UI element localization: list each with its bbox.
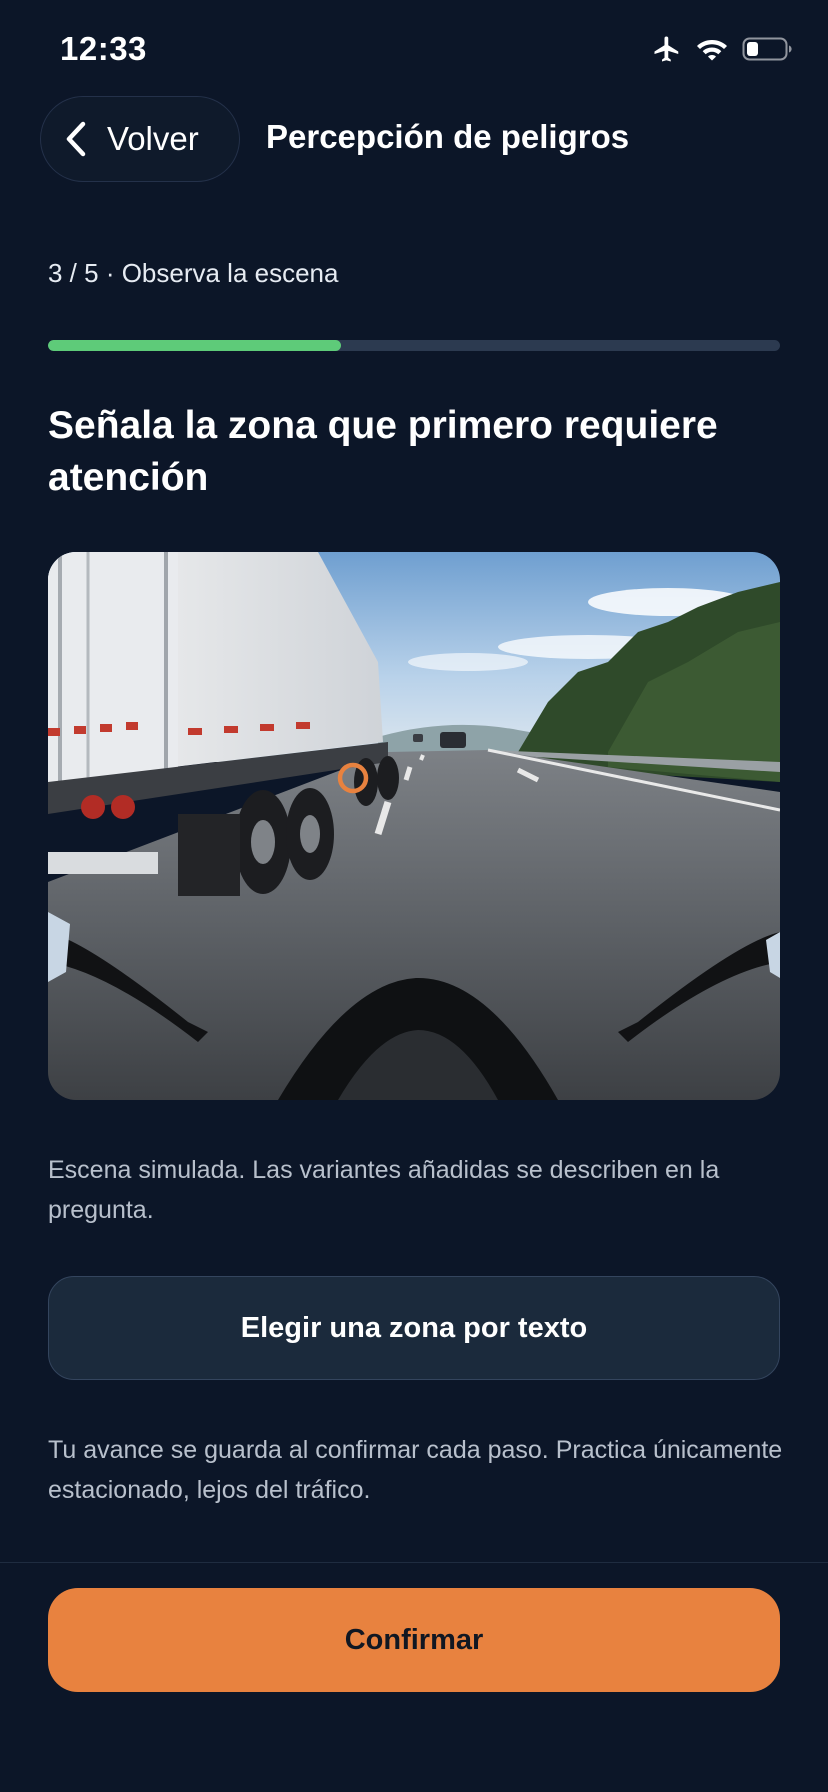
confirm-button[interactable]: Confirmar (48, 1588, 780, 1692)
step-label: 3 / 5 · Observa la escena (48, 258, 339, 288)
back-label: Volver (107, 120, 199, 157)
progress-note: Tu avance se guarda al confirmar cada pa… (48, 1436, 783, 1504)
airplane-icon (652, 34, 682, 69)
choose-zone-by-text-button[interactable]: Elegir una zona por texto (48, 1276, 780, 1380)
progress-bar (48, 340, 780, 351)
footer-divider (0, 1562, 828, 1563)
battery-icon (742, 36, 794, 67)
chevron-left-icon (63, 121, 89, 157)
page-title: Percepción de peligros (266, 118, 630, 155)
status-time: 12:33 (60, 30, 147, 67)
scene-caption: Escena simulada. Las variantes añadidas … (48, 1156, 720, 1224)
hazard-scene-image[interactable] (48, 552, 780, 1100)
header: Volver Percepción de peligros (0, 96, 828, 186)
status-bar: 12:33 (0, 0, 828, 100)
back-button[interactable]: Volver (40, 96, 240, 182)
wifi-icon (696, 36, 728, 67)
status-icons (652, 34, 794, 69)
progress-fill (48, 340, 341, 351)
question-text: Señala la zona que primero requiere aten… (48, 404, 718, 499)
